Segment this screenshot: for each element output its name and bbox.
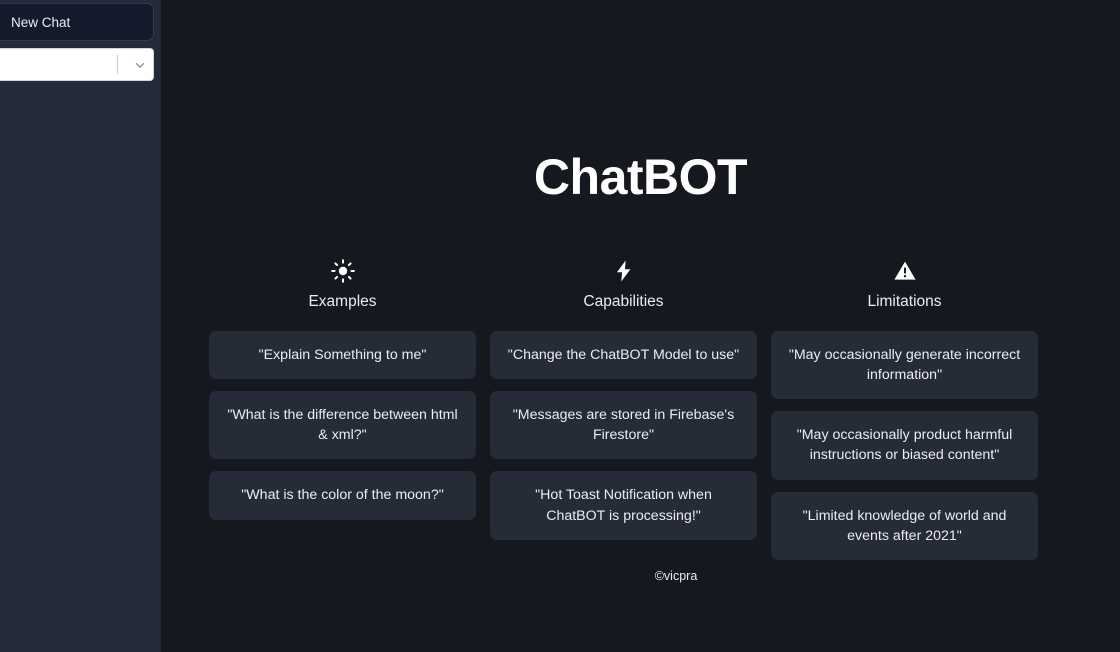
column-title-capabilities: Capabilities <box>583 293 664 310</box>
limitation-card: "Limited knowledge of world and events a… <box>771 491 1038 560</box>
chevron-down-icon[interactable] <box>127 49 153 80</box>
main-content: ChatBOT Examples "Explain Something to m… <box>161 0 1120 652</box>
footer-credit: ©vicpra <box>654 569 698 583</box>
column-limitations: Limitations "May occasionally generate i… <box>771 258 1038 560</box>
column-title-limitations: Limitations <box>867 293 942 310</box>
capability-card: "Hot Toast Notification when ChatBOT is … <box>490 471 757 540</box>
example-cards: "Explain Something to me" "What is the d… <box>209 331 476 520</box>
limitation-cards: "May occasionally generate incorrect inf… <box>771 331 1038 560</box>
model-select[interactable] <box>0 48 154 81</box>
limitation-card: "May occasionally product harmful instru… <box>771 411 1038 480</box>
example-card[interactable]: "What is the color of the moon?" <box>209 471 476 520</box>
feature-columns: Examples "Explain Something to me" "What… <box>209 258 1038 560</box>
select-divider <box>117 55 118 74</box>
chatbot-app: New Chat ChatBOT Examples "Explain Somet… <box>0 0 1120 652</box>
sun-icon <box>330 258 355 284</box>
lightning-bolt-icon <box>612 258 636 284</box>
example-card[interactable]: "Explain Something to me" <box>209 331 476 380</box>
capability-cards: "Change the ChatBOT Model to use" "Messa… <box>490 331 757 540</box>
example-card[interactable]: "What is the difference between html & x… <box>209 391 476 460</box>
limitation-card: "May occasionally generate incorrect inf… <box>771 331 1038 400</box>
sidebar: New Chat <box>0 0 161 652</box>
capability-card: "Change the ChatBOT Model to use" <box>490 331 757 380</box>
new-chat-button[interactable]: New Chat <box>0 3 154 41</box>
column-examples: Examples "Explain Something to me" "What… <box>209 258 476 520</box>
capability-card: "Messages are stored in Firebase's Fires… <box>490 391 757 460</box>
column-title-examples: Examples <box>308 293 377 310</box>
warning-triangle-icon <box>893 258 917 284</box>
column-capabilities: Capabilities "Change the ChatBOT Model t… <box>490 258 757 540</box>
page-title: ChatBOT <box>533 149 748 205</box>
